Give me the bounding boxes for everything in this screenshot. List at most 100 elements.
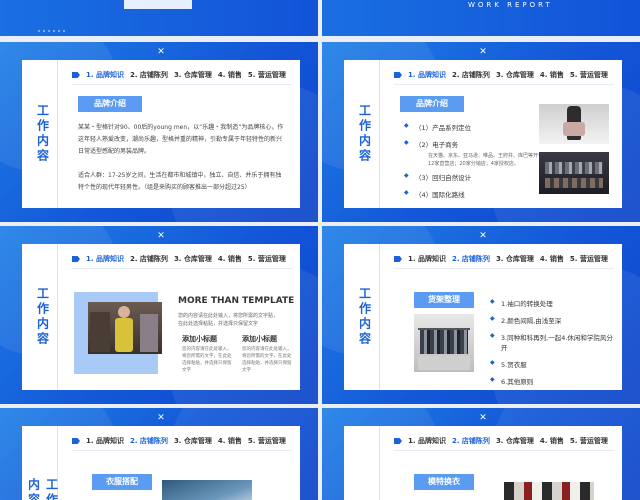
subtext-1: 您的内容请在此处输入，将您所需的文字，在此处选择粘贴，并选择只保留文字	[182, 347, 232, 373]
nav-item-1[interactable]: 1. 品牌知识	[408, 70, 446, 80]
diamond-icon: ◆	[404, 189, 409, 196]
slide-card: ✕ 工作内容 1. 品牌知识 2. 店铺陈列 3. 仓库管理 4. 销售 5. …	[344, 47, 622, 208]
arrow-icon	[394, 256, 402, 262]
work-report-label: WORK REPORT	[468, 1, 553, 9]
slide-card: ✕ 工作内容 1. 品牌知识 2. 店铺陈列 3. 仓库管理 4. 销售 5. …	[22, 47, 300, 208]
nav-item-2[interactable]: 2. 店铺陈列	[452, 70, 490, 80]
top-strip: WORK REPORT	[0, 0, 640, 36]
slide-2[interactable]: ✕ 工作内容 1. 品牌知识 2. 店铺陈列 3. 仓库管理 4. 销售 5. …	[322, 42, 640, 222]
nav-item-1[interactable]: 1. 品牌知识	[408, 436, 446, 446]
slide-3[interactable]: ✕ 工作内容 1. 品牌知识 2. 店铺陈列 3. 仓库管理 4. 销售 5. …	[0, 226, 318, 404]
list-item: ◆ （1）产品系列定位	[404, 122, 472, 132]
subheading-1: 添加小标题	[182, 335, 217, 343]
close-icon[interactable]: ✕	[156, 47, 166, 57]
fashion-photo-2	[539, 152, 609, 194]
list-item: ◆ 3.同种和科再列,一起4.休闲和学院风分开	[490, 332, 613, 352]
nav-divider	[72, 268, 292, 269]
nav-divider	[394, 84, 614, 85]
slide-card: ✕ 工作内容 1. 品牌知识 2. 店铺陈列 3. 仓库管理 4. 销售 5. …	[22, 231, 300, 390]
sidebar-title: 工作内容	[357, 104, 372, 164]
nav-item-4[interactable]: 4. 销售	[540, 254, 564, 264]
model-clothes-photo	[504, 482, 594, 500]
dots-decoration	[38, 30, 65, 32]
nav-item-2[interactable]: 2. 店铺陈列	[452, 436, 490, 446]
close-icon[interactable]: ✕	[478, 413, 488, 423]
fashion-photo-1	[539, 104, 609, 144]
nav-bar: 1. 品牌知识 2. 店铺陈列 3. 仓库管理 4. 销售 5. 营运管理	[394, 68, 614, 82]
nav-bar: 1. 品牌知识 2. 店铺陈列 3. 仓库管理 4. 销售 5. 营运管理	[72, 434, 292, 448]
nav-item-4[interactable]: 4. 销售	[218, 70, 242, 80]
slide-5[interactable]: ✕ 工作内容 1. 品牌知识 2. 店铺陈列 3. 仓库管理 4. 销售 5. …	[0, 408, 318, 500]
sidebar: 工作内容	[28, 244, 58, 390]
nav-bar: 1. 品牌知识 2. 店铺陈列 3. 仓库管理 4. 销售 5. 营运管理	[394, 252, 614, 266]
brand-paragraph-1: 某某・型格针对90、00后的young men，以“乐趣・我制造”为品牌核心，作…	[78, 124, 284, 155]
arrow-icon	[72, 72, 80, 78]
subheading-2: 添加小标题	[242, 335, 277, 343]
slide-1[interactable]: ✕ 工作内容 1. 品牌知识 2. 店铺陈列 3. 仓库管理 4. 销售 5. …	[0, 42, 318, 222]
diamond-icon: ◆	[490, 315, 495, 322]
nav-item-3[interactable]: 3. 仓库管理	[174, 254, 212, 264]
arrow-icon	[72, 438, 80, 444]
section-tag: 品牌介绍	[78, 96, 142, 112]
diamond-icon: ◆	[490, 359, 495, 366]
nav-item-1[interactable]: 1. 品牌知识	[86, 436, 124, 446]
arrow-icon	[394, 72, 402, 78]
template-desc: 您的内容请在此处输入，将您所需的文字贴，在此处选择粘贴，并选择只保留文字	[178, 313, 279, 327]
list-item: ◆ 1.袖口的转换处理	[490, 298, 553, 308]
list-subtext: 在天猫、京东、亚马逊、唯品、王府井、库巴等开有12家直营店；20家分销店；4家授…	[428, 153, 544, 167]
nav-item-3[interactable]: 3. 仓库管理	[496, 70, 534, 80]
nav-item-2[interactable]: 2. 店铺陈列	[130, 254, 168, 264]
list-item: ◆ 5.贺衣服	[490, 359, 527, 369]
diamond-icon: ◆	[404, 139, 409, 146]
nav-item-5[interactable]: 5. 营运管理	[570, 254, 608, 264]
sidebar-title: 工作内容	[26, 478, 59, 500]
section-tag: 品牌介绍	[400, 96, 464, 112]
sidebar: 工作内容	[350, 60, 380, 208]
close-icon[interactable]: ✕	[156, 413, 166, 423]
nav-divider	[72, 450, 292, 451]
slide-card: ✕ 1. 品牌知识 2. 店铺陈列 3. 仓库管理 4. 销售 5. 营运管理 …	[344, 413, 622, 500]
nav-item-2[interactable]: 2. 店铺陈列	[130, 436, 168, 446]
sidebar-title: 工作内容	[35, 104, 50, 164]
nav-divider	[72, 84, 292, 85]
list-item: ◆ 2.颜色间隔,由浅至深	[490, 315, 562, 325]
nav-item-5[interactable]: 5. 营运管理	[570, 70, 608, 80]
slide-4[interactable]: ✕ 工作内容 1. 品牌知识 2. 店铺陈列 3. 仓库管理 4. 销售 5. …	[322, 226, 640, 404]
nav-item-2[interactable]: 2. 店铺陈列	[130, 70, 168, 80]
section-tag: 衣服搭配	[92, 474, 152, 490]
close-icon[interactable]: ✕	[156, 231, 166, 241]
shelf-list: ◆ 1.袖口的转换处理 ◆ 2.颜色间隔,由浅至深 ◆ 3.同种和科再列,一起4.休闲…	[490, 298, 618, 393]
nav-item-4[interactable]: 4. 销售	[540, 70, 564, 80]
diamond-icon: ◆	[490, 376, 495, 383]
nav-item-4[interactable]: 4. 销售	[218, 254, 242, 264]
nav-item-5[interactable]: 5. 营运管理	[248, 254, 286, 264]
nav-item-1[interactable]: 1. 品牌知识	[408, 254, 446, 264]
nav-item-3[interactable]: 3. 仓库管理	[174, 436, 212, 446]
diamond-icon: ◆	[404, 122, 409, 129]
close-icon[interactable]: ✕	[478, 47, 488, 57]
nav-item-5[interactable]: 5. 营运管理	[248, 70, 286, 80]
nav-item-1[interactable]: 1. 品牌知识	[86, 254, 124, 264]
nav-item-3[interactable]: 3. 仓库管理	[174, 70, 212, 80]
brand-list: ◆ （1）产品系列定位 ◆ （2）电子商务 在天猫、京东、亚马逊、唯品、王府井、库巴…	[404, 122, 544, 206]
slide-6[interactable]: ✕ 1. 品牌知识 2. 店铺陈列 3. 仓库管理 4. 销售 5. 营运管理 …	[322, 408, 640, 500]
close-icon[interactable]: ✕	[478, 231, 488, 241]
list-item: ◆ （3）回归自然设计	[404, 172, 472, 182]
nav-item-1[interactable]: 1. 品牌知识	[86, 70, 124, 80]
nav-item-2[interactable]: 2. 店铺陈列	[452, 254, 490, 264]
nav-item-5[interactable]: 5. 营运管理	[248, 436, 286, 446]
diamond-icon: ◆	[490, 298, 495, 305]
diamond-icon: ◆	[490, 332, 495, 339]
nav-divider	[394, 268, 614, 269]
nav-item-4[interactable]: 4. 销售	[218, 436, 242, 446]
nav-item-3[interactable]: 3. 仓库管理	[496, 436, 534, 446]
nav-item-4[interactable]: 4. 销售	[540, 436, 564, 446]
title-bar	[124, 0, 192, 9]
list-item: ◆ 6.其他原则	[490, 376, 534, 386]
nav-item-5[interactable]: 5. 营运管理	[570, 436, 608, 446]
brand-paragraph-2: 适合人群：17-25岁之间，生活在都市和城镇中，独立、自信、并乐于拥有独特个性的…	[78, 172, 282, 191]
clothing-photo	[162, 480, 252, 500]
list-item: ◆ （4）国际化路线	[404, 189, 465, 199]
slide-card: ✕ 工作内容 1. 品牌知识 2. 店铺陈列 3. 仓库管理 4. 销售 5. …	[344, 231, 622, 393]
nav-item-3[interactable]: 3. 仓库管理	[496, 254, 534, 264]
